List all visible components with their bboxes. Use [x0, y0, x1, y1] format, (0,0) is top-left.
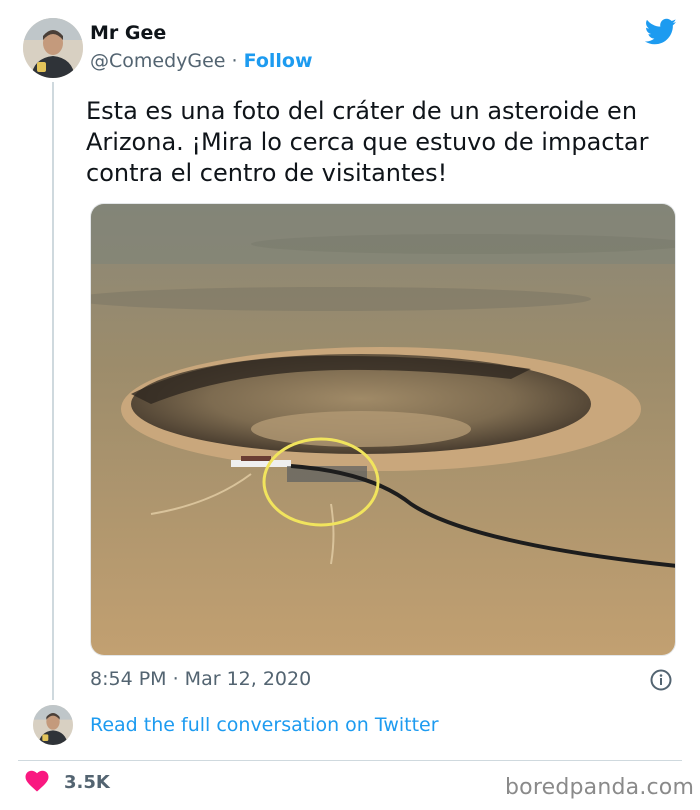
heart-icon[interactable] [25, 770, 49, 792]
tweet-text: Esta es una foto del cráter de un astero… [86, 97, 649, 187]
follow-button[interactable]: Follow [244, 50, 313, 72]
read-conversation-link[interactable]: Read the full conversation on Twitter [90, 714, 439, 736]
tweet-timestamp[interactable]: 8:54 PM · Mar 12, 2020 [90, 668, 311, 690]
author-handle[interactable]: @ComedyGee [90, 50, 226, 72]
author-name[interactable]: Mr Gee [90, 22, 166, 44]
reply-avatar[interactable] [33, 705, 73, 745]
avatar[interactable] [23, 18, 83, 78]
handle-row: @ComedyGee · Follow [90, 50, 313, 72]
separator: · [231, 50, 238, 72]
crater-photo[interactable] [90, 203, 676, 656]
twitter-bird-icon[interactable] [645, 18, 677, 46]
like-count: 3.5K [64, 772, 110, 793]
info-icon[interactable] [650, 669, 672, 691]
thread-line [52, 82, 54, 700]
watermark: boredpanda.com [505, 775, 695, 800]
divider [18, 760, 682, 761]
